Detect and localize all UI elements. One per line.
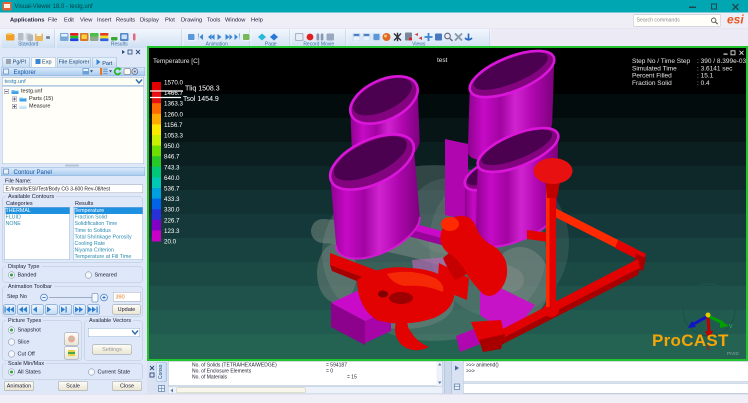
svg-text:123.3: 123.3 (164, 228, 180, 235)
svg-text:226.7: 226.7 (164, 217, 180, 224)
svg-text:846.7: 846.7 (164, 154, 180, 161)
svg-text:v: v (729, 323, 733, 330)
svg-text:1156.7: 1156.7 (164, 122, 183, 129)
svg-text:640.0: 640.0 (164, 175, 180, 182)
svg-text:1570.0: 1570.0 (164, 80, 183, 87)
svg-text:Tliq 1508.3: Tliq 1508.3 (185, 86, 220, 93)
svg-text:743.3: 743.3 (164, 164, 180, 171)
svg-text:950.0: 950.0 (164, 143, 180, 150)
svg-text:20.0: 20.0 (164, 239, 177, 246)
svg-text:1363.3: 1363.3 (164, 101, 183, 108)
svg-text:1260.0: 1260.0 (164, 111, 183, 118)
svg-text:536.7: 536.7 (164, 186, 180, 193)
svg-text:1053.3: 1053.3 (164, 133, 183, 140)
svg-text:Tsol 1454.9: Tsol 1454.9 (183, 96, 219, 103)
svg-text:330.0: 330.0 (164, 207, 180, 214)
svg-text:433.3: 433.3 (164, 196, 180, 203)
